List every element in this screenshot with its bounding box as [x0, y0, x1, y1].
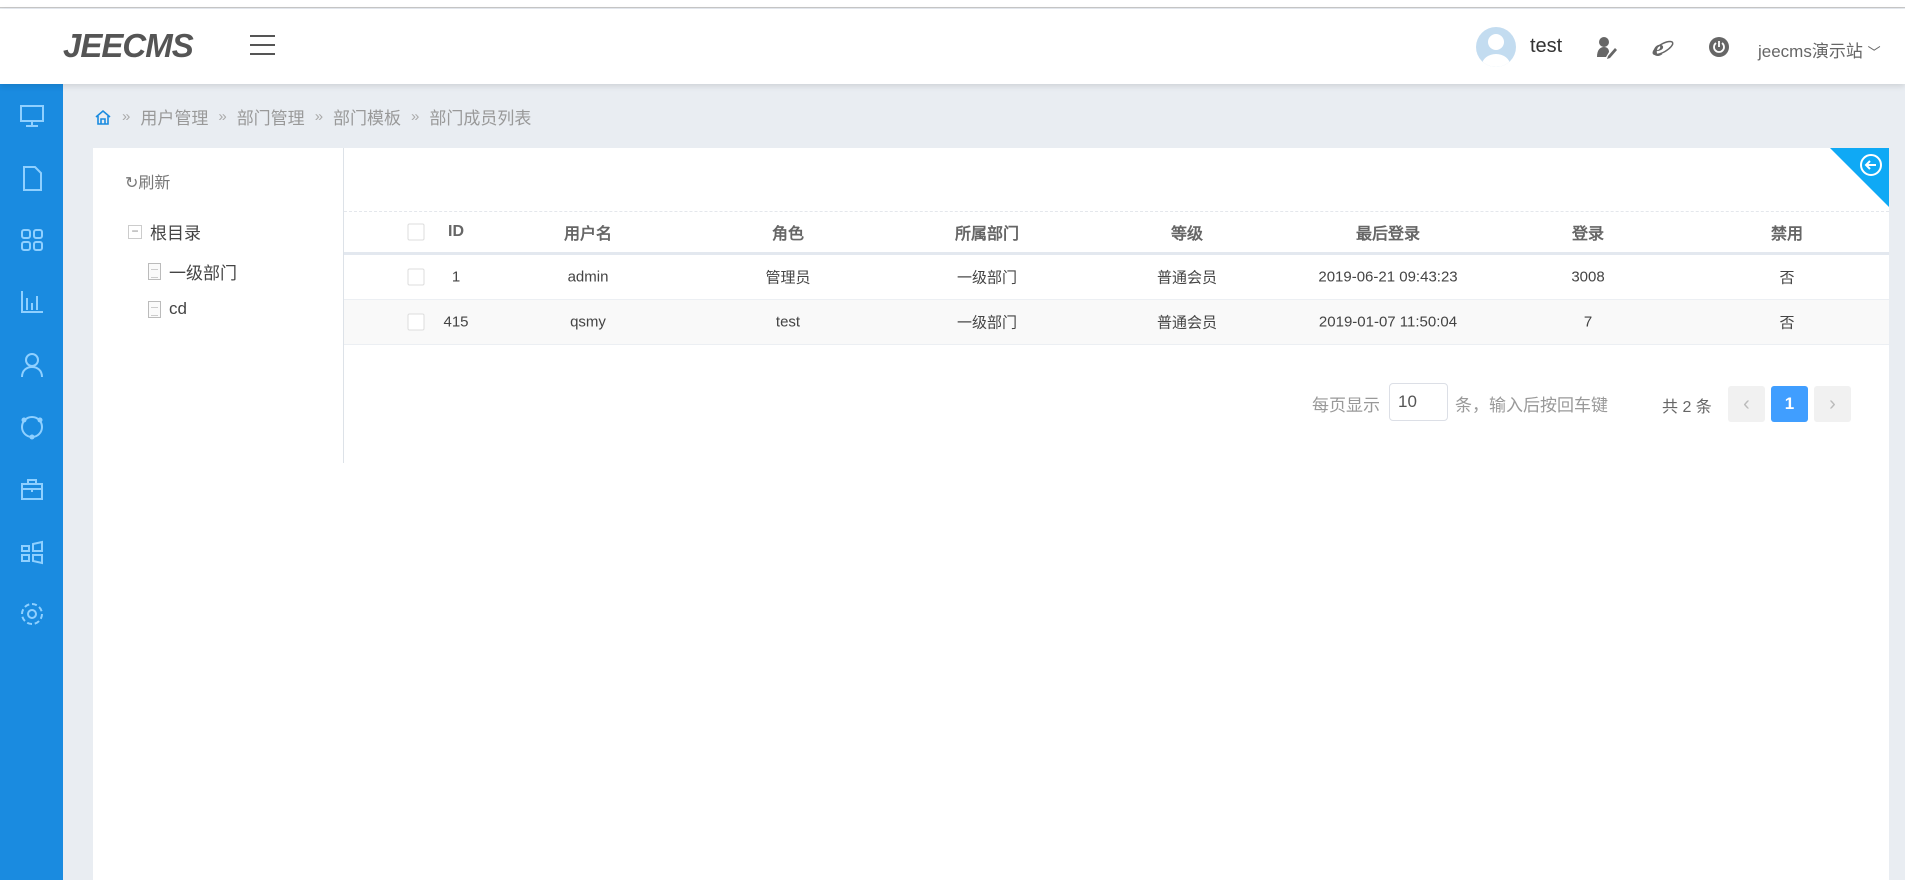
settings-gear-icon[interactable] — [17, 599, 47, 629]
breadcrumb-item[interactable]: 部门管理 — [237, 104, 305, 129]
breadcrumb-item[interactable]: 部门模板 — [333, 104, 401, 129]
cell-disabled: 否 — [1779, 269, 1795, 287]
windows-icon[interactable] — [17, 537, 47, 567]
file-icon — [148, 263, 161, 280]
refresh-button[interactable]: ↻刷新 — [125, 169, 170, 193]
user-name[interactable]: test — [1530, 35, 1562, 58]
cell-disabled: 否 — [1779, 314, 1795, 332]
cell-last-login: 2019-06-21 09:43:23 — [1318, 268, 1458, 286]
cell-department: 一级部门 — [956, 269, 1018, 287]
breadcrumb: » 用户管理 » 部门管理 » 部门模板 » 部门成员列表 — [94, 104, 531, 129]
tree-node-label: 根目录 — [150, 224, 201, 243]
page-button-current[interactable]: 1 — [1771, 386, 1808, 422]
site-name: jeecms演示站 — [1758, 42, 1863, 61]
cell-username: qsmy — [570, 313, 606, 331]
refresh-icon: ↻ — [125, 175, 139, 192]
cell-level: 普通会员 — [1156, 269, 1218, 287]
next-page-button[interactable]: › — [1814, 386, 1851, 422]
breadcrumb-current: 部门成员列表 — [429, 109, 532, 128]
user-icon[interactable] — [17, 350, 47, 380]
svg-text:e: e — [1653, 36, 1664, 59]
column-header: 登录 — [1571, 226, 1605, 243]
department-tree — [93, 148, 344, 463]
top-header: JEECMS test e jeecms演示站 ﹀ — [0, 9, 1905, 84]
site-select[interactable]: jeecms演示站 ﹀ — [1758, 37, 1881, 62]
cell-id: 415 — [443, 313, 469, 331]
cycle-icon[interactable] — [17, 412, 47, 442]
cell-level: 普通会员 — [1156, 314, 1218, 332]
power-icon[interactable] — [1707, 35, 1731, 59]
prev-page-button[interactable]: ‹ — [1728, 386, 1765, 422]
per-page-label: 每页显示 — [1312, 396, 1380, 415]
arrow-left-circle-icon[interactable] — [1859, 153, 1883, 177]
breadcrumb-separator: » — [314, 108, 324, 125]
tree-node-label: cd — [169, 299, 187, 318]
cell-id: 1 — [451, 268, 461, 286]
select-all-checkbox[interactable] — [407, 223, 425, 241]
browser-top-line — [0, 0, 1905, 8]
cell-last-login: 2019-01-07 11:50:04 — [1318, 313, 1458, 331]
column-header: 用户名 — [563, 226, 613, 243]
document-icon[interactable] — [17, 163, 47, 193]
cell-username: admin — [567, 268, 609, 286]
column-header: 等级 — [1170, 226, 1204, 243]
logo: JEECMS — [63, 27, 194, 64]
column-header: ID — [448, 223, 464, 240]
per-page-hint: 条，输入后按回车键 — [1455, 396, 1608, 415]
column-header: 禁用 — [1770, 226, 1804, 243]
members-table: ID 用户名 角色 所属部门 等级 最后登录 登录 禁用 1 admin 管理员… — [344, 211, 1889, 345]
table-row[interactable]: 1 admin 管理员 一级部门 普通会员 2019-06-21 09:43:2… — [344, 255, 1889, 300]
row-checkbox[interactable] — [407, 313, 425, 331]
cell-department: 一级部门 — [956, 314, 1018, 332]
grid-icon[interactable] — [17, 225, 47, 255]
column-header: 角色 — [771, 226, 805, 243]
browser-e-icon[interactable]: e — [1651, 35, 1675, 62]
edit-profile-icon[interactable] — [1594, 35, 1618, 59]
cell-login-count: 3008 — [1571, 268, 1605, 286]
column-header: 所属部门 — [954, 226, 1020, 243]
collapse-icon[interactable]: − — [128, 224, 142, 239]
sidebar — [0, 84, 63, 880]
tree-node-label: 一级部门 — [169, 264, 237, 283]
file-icon — [148, 300, 161, 318]
breadcrumb-item[interactable]: 用户管理 — [140, 104, 208, 129]
page-size-input[interactable] — [1389, 383, 1448, 421]
table-header: ID 用户名 角色 所属部门 等级 最后登录 登录 禁用 — [344, 211, 1889, 255]
cell-role: 管理员 — [765, 269, 811, 287]
breadcrumb-separator: » — [122, 108, 131, 125]
bar-chart-icon[interactable] — [17, 287, 47, 317]
total-count: 共 2 条 — [1662, 399, 1712, 416]
column-header: 最后登录 — [1355, 226, 1421, 243]
menu-toggle-icon[interactable] — [250, 35, 275, 57]
refresh-label: 刷新 — [138, 175, 171, 192]
chevron-down-icon: ﹀ — [1867, 45, 1881, 60]
monitor-icon[interactable] — [17, 101, 47, 131]
breadcrumb-separator: » — [218, 108, 227, 125]
home-icon[interactable] — [94, 108, 112, 126]
tree-node[interactable]: cd — [148, 299, 187, 319]
row-checkbox[interactable] — [407, 268, 425, 286]
cell-role: test — [775, 313, 801, 331]
breadcrumb-separator: » — [411, 108, 420, 125]
cell-login-count: 7 — [1583, 313, 1593, 331]
table-row[interactable]: 415 qsmy test 一级部门 普通会员 2019-01-07 11:50… — [344, 300, 1889, 345]
tree-node[interactable]: 一级部门 — [148, 259, 237, 284]
toolbox-icon[interactable] — [17, 474, 47, 504]
avatar[interactable] — [1476, 27, 1516, 67]
tree-node-root[interactable]: − 根目录 — [128, 219, 201, 244]
